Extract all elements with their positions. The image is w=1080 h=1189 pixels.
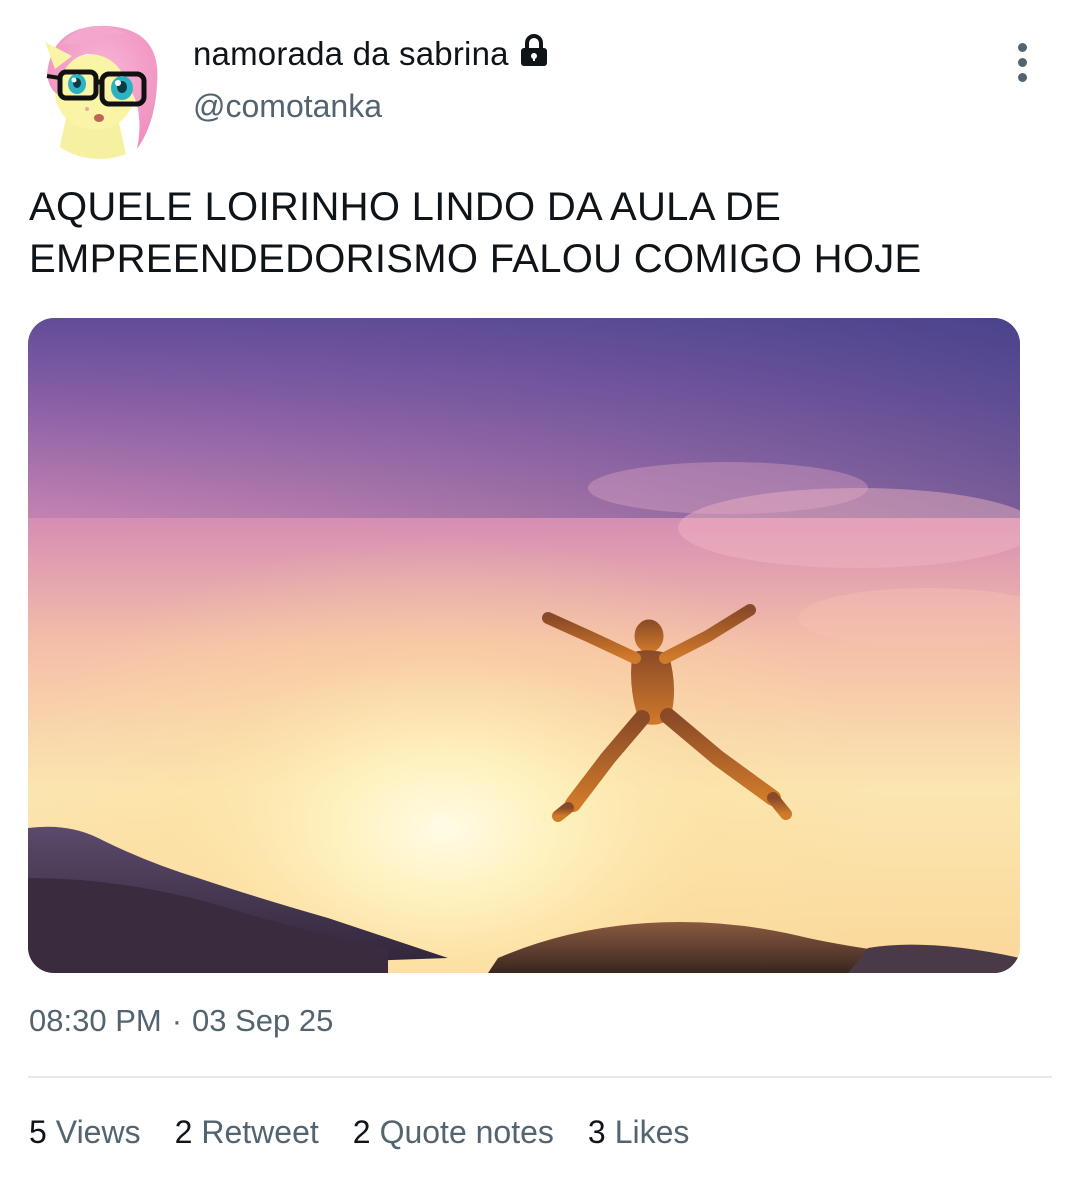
quote-notes-stat[interactable]: 2 Quote notes — [353, 1114, 554, 1151]
tweet-timestamp[interactable]: 08:30 PM · 03 Sep 25 — [29, 1003, 333, 1039]
tweet-time: 08:30 PM — [29, 1003, 162, 1038]
tweet-date: 03 Sep 25 — [192, 1003, 334, 1038]
timestamp-separator: · — [171, 1003, 183, 1038]
pony-avatar-icon — [27, 14, 172, 159]
more-dot-icon — [1017, 57, 1027, 67]
tweet-stats: 5 Views 2 Retweet 2 Quote notes 3 Likes — [29, 1114, 723, 1151]
retweet-stat[interactable]: 2 Retweet — [175, 1114, 319, 1151]
more-dot-icon — [1017, 72, 1027, 82]
sunset-jumping-person-photo — [28, 318, 1020, 973]
stat-number: 5 — [29, 1114, 47, 1150]
author-display-name[interactable]: namorada da sabrina — [193, 35, 509, 73]
divider — [28, 1076, 1052, 1078]
author-name-row: namorada da sabrina — [193, 34, 549, 74]
tweet-text-line: AQUELE LOIRINHO LINDO DA AULA DE — [29, 185, 782, 229]
avatar[interactable] — [27, 14, 172, 159]
stat-number: 2 — [174, 1114, 193, 1150]
stat-number: 2 — [352, 1114, 371, 1150]
stat-label: Quote notes — [379, 1114, 554, 1150]
author-handle[interactable]: @comotanka — [193, 88, 382, 125]
more-options-button[interactable] — [1001, 40, 1043, 84]
lock-icon — [519, 34, 549, 68]
stat-number: 3 — [587, 1114, 606, 1150]
tweet-text: AQUELE LOIRINHO LINDO DA AULA DE EMPREEN… — [29, 181, 1039, 285]
more-dot-icon — [1017, 42, 1027, 52]
stat-label: Retweet — [201, 1114, 319, 1150]
tweet-media-image[interactable] — [28, 318, 1020, 973]
tweet-text-line: EMPREENDEDORISMO FALOU COMIGO HOJE — [29, 237, 922, 281]
tweet-card: namorada da sabrina @comotanka AQUELE LO… — [0, 0, 1080, 1189]
views-stat[interactable]: 5 Views — [29, 1114, 141, 1151]
stat-label: Likes — [614, 1114, 690, 1150]
likes-stat[interactable]: 3 Likes — [588, 1114, 690, 1151]
stat-label: Views — [55, 1114, 141, 1150]
